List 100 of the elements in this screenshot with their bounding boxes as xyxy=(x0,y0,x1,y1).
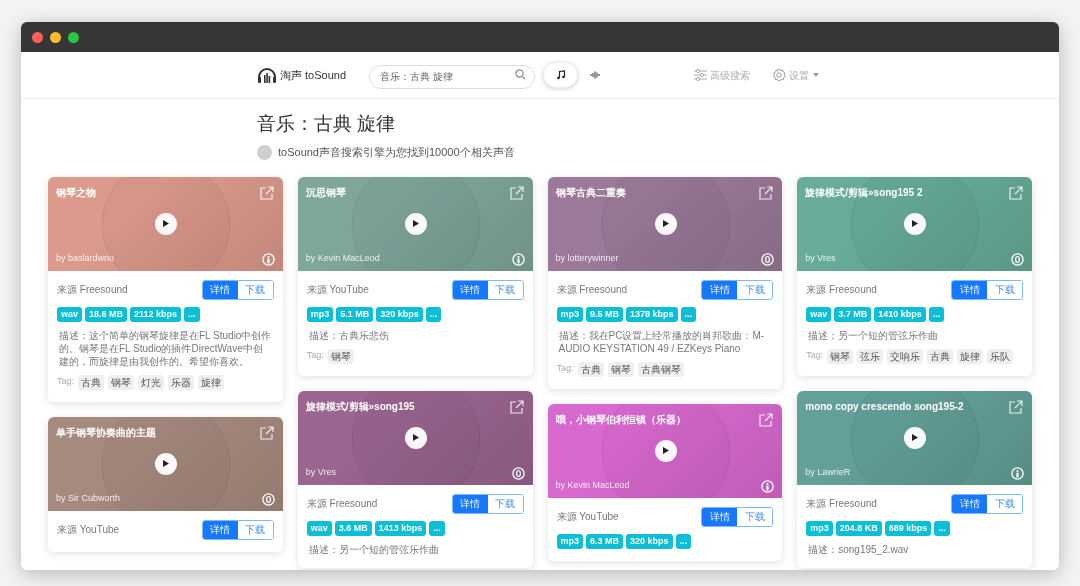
external-link-icon xyxy=(258,185,274,201)
format-tag: 2112 kbps xyxy=(130,306,182,322)
tag-label: Tag: xyxy=(306,349,324,363)
tag-chip: 钢琴 xyxy=(607,361,634,377)
search-field[interactable]: 音乐：古典 旋律 xyxy=(369,65,536,89)
music-note-icon xyxy=(555,70,566,80)
tag-label: Tag: xyxy=(806,349,824,363)
format-tag: 320 kbps xyxy=(626,533,673,549)
play-button[interactable] xyxy=(155,452,177,475)
play-button[interactable] xyxy=(404,212,427,235)
source-label: 来源 YouTube xyxy=(306,283,369,297)
format-tag: 3.7 MB xyxy=(834,306,872,322)
play-icon xyxy=(412,220,419,227)
play-icon xyxy=(662,447,669,454)
format-tag: 5.1 MB xyxy=(336,306,374,322)
external-link-icon xyxy=(508,185,524,201)
format-tag: wav xyxy=(806,306,832,322)
format-tag: ... xyxy=(934,520,950,536)
play-button[interactable] xyxy=(654,212,677,235)
source-label: 来源 Freesound xyxy=(556,283,628,297)
tag-chip: 钢琴 xyxy=(108,374,134,390)
play-button[interactable] xyxy=(155,212,177,235)
author-name: by Kevin MacLeod xyxy=(555,479,630,492)
logo-text: 淘声 toSound xyxy=(280,67,347,83)
details-button[interactable]: 详情 xyxy=(202,280,238,299)
details-button[interactable]: 详情 xyxy=(952,494,987,513)
format-tag: wav xyxy=(57,306,82,322)
card-title: 旋律模式/剪辑»song195 2 xyxy=(805,186,924,199)
format-tag: 3.6 MB xyxy=(334,520,372,536)
format-tag: 1378 kbps xyxy=(626,306,678,322)
description-text: 描述：这个简单的钢琴旋律是在FL Studio中创作的。钢琴是在FL Studio的插件DirectWave中创建的，而旋律是由我创作的。希望你喜欢。 xyxy=(58,328,273,368)
play-button[interactable] xyxy=(654,439,677,462)
waveform-icon xyxy=(590,71,602,79)
settings-menu[interactable]: 设置 xyxy=(789,67,819,83)
format-tag: 1410 kbps xyxy=(874,306,926,322)
tag-chip: 钢琴 xyxy=(827,348,854,364)
format-tag: wav xyxy=(306,520,332,536)
source-label: 来源 Freesound xyxy=(57,283,128,297)
details-button[interactable]: 详情 xyxy=(202,520,238,539)
tag-chip: 旋律 xyxy=(198,374,224,390)
avatar-icon xyxy=(257,144,272,160)
author-name: by Sir Cubworth xyxy=(56,492,121,505)
description-text: 描述：古典乐悲伤 xyxy=(307,328,390,342)
play-icon xyxy=(912,434,919,441)
details-button[interactable]: 详情 xyxy=(702,280,738,299)
play-icon xyxy=(912,220,919,227)
tag-chip: 古典 xyxy=(577,361,604,377)
source-label: 来源 YouTube xyxy=(57,523,120,537)
play-button[interactable] xyxy=(904,426,927,449)
external-link-icon xyxy=(1008,399,1023,415)
play-icon xyxy=(662,220,669,227)
card-title: 沉思钢琴 xyxy=(305,186,347,199)
play-icon xyxy=(163,460,169,467)
tag-label: Tag: xyxy=(556,362,574,376)
details-button[interactable]: 详情 xyxy=(452,494,488,513)
external-link-icon xyxy=(758,185,774,201)
caret-icon xyxy=(813,73,819,77)
tag-chip: 弦乐 xyxy=(857,348,884,364)
source-label: 来源 Freesound xyxy=(806,283,877,297)
tag-chip: 乐队 xyxy=(987,348,1014,364)
tag-chip: 乐器 xyxy=(168,374,194,390)
description-text: 描述：另一个短的管弦乐作曲 xyxy=(307,542,440,556)
author-name: by lotterywinner xyxy=(555,252,619,265)
external-link-icon xyxy=(508,399,524,415)
external-link-icon xyxy=(1008,185,1023,201)
play-button[interactable] xyxy=(904,212,927,235)
card-title: 钢琴之物 xyxy=(56,186,97,199)
author-name: by Kevin MacLeod xyxy=(305,252,380,265)
tag-chip: 古典 xyxy=(78,374,104,390)
external-link-icon xyxy=(258,425,274,441)
card-title: 哦，小钢琴伯利恒镇（乐器） xyxy=(555,413,687,426)
format-tag: 204.8 KB xyxy=(835,520,882,536)
window-control-button[interactable] xyxy=(68,31,79,43)
format-tag: ... xyxy=(680,306,697,322)
format-tag: 18.6 MB xyxy=(85,306,128,322)
tag-chip: 钢琴 xyxy=(327,348,354,364)
format-tag: mp3 xyxy=(806,520,833,536)
format-tag: ... xyxy=(429,520,445,536)
format-tag: ... xyxy=(928,306,945,322)
search-icon xyxy=(515,69,527,80)
window-control-button[interactable] xyxy=(50,31,61,43)
play-button[interactable] xyxy=(404,426,427,449)
author-name: by baslardwrio xyxy=(56,252,115,265)
page-title: 音乐：古典 旋律 xyxy=(257,112,397,136)
window-control-button[interactable] xyxy=(32,31,43,43)
external-link-icon xyxy=(758,412,774,428)
details-button[interactable]: 详情 xyxy=(452,280,488,299)
details-button[interactable]: 详情 xyxy=(702,507,738,526)
details-button[interactable]: 详情 xyxy=(952,280,987,299)
author-name: by Vres xyxy=(805,252,836,265)
source-label: 来源 YouTube xyxy=(556,510,619,524)
advanced-search-link[interactable]: 高级搜索 xyxy=(710,67,750,83)
description-text: 描述：另一个短的管弦乐作曲 xyxy=(807,328,940,342)
format-tag: 9.5 MB xyxy=(586,306,624,322)
tag-chip: 旋律 xyxy=(957,348,984,364)
format-tag: mp3 xyxy=(306,306,334,322)
format-tag: 320 kbps xyxy=(376,306,423,322)
mode-tab[interactable] xyxy=(543,62,579,88)
format-tag: ... xyxy=(675,533,692,549)
description-text: 描述：我在PC设置上经常播放的肖邦歌曲：M-AUDIO KEYSTATION 49 / EZKeys Piano xyxy=(557,328,766,355)
